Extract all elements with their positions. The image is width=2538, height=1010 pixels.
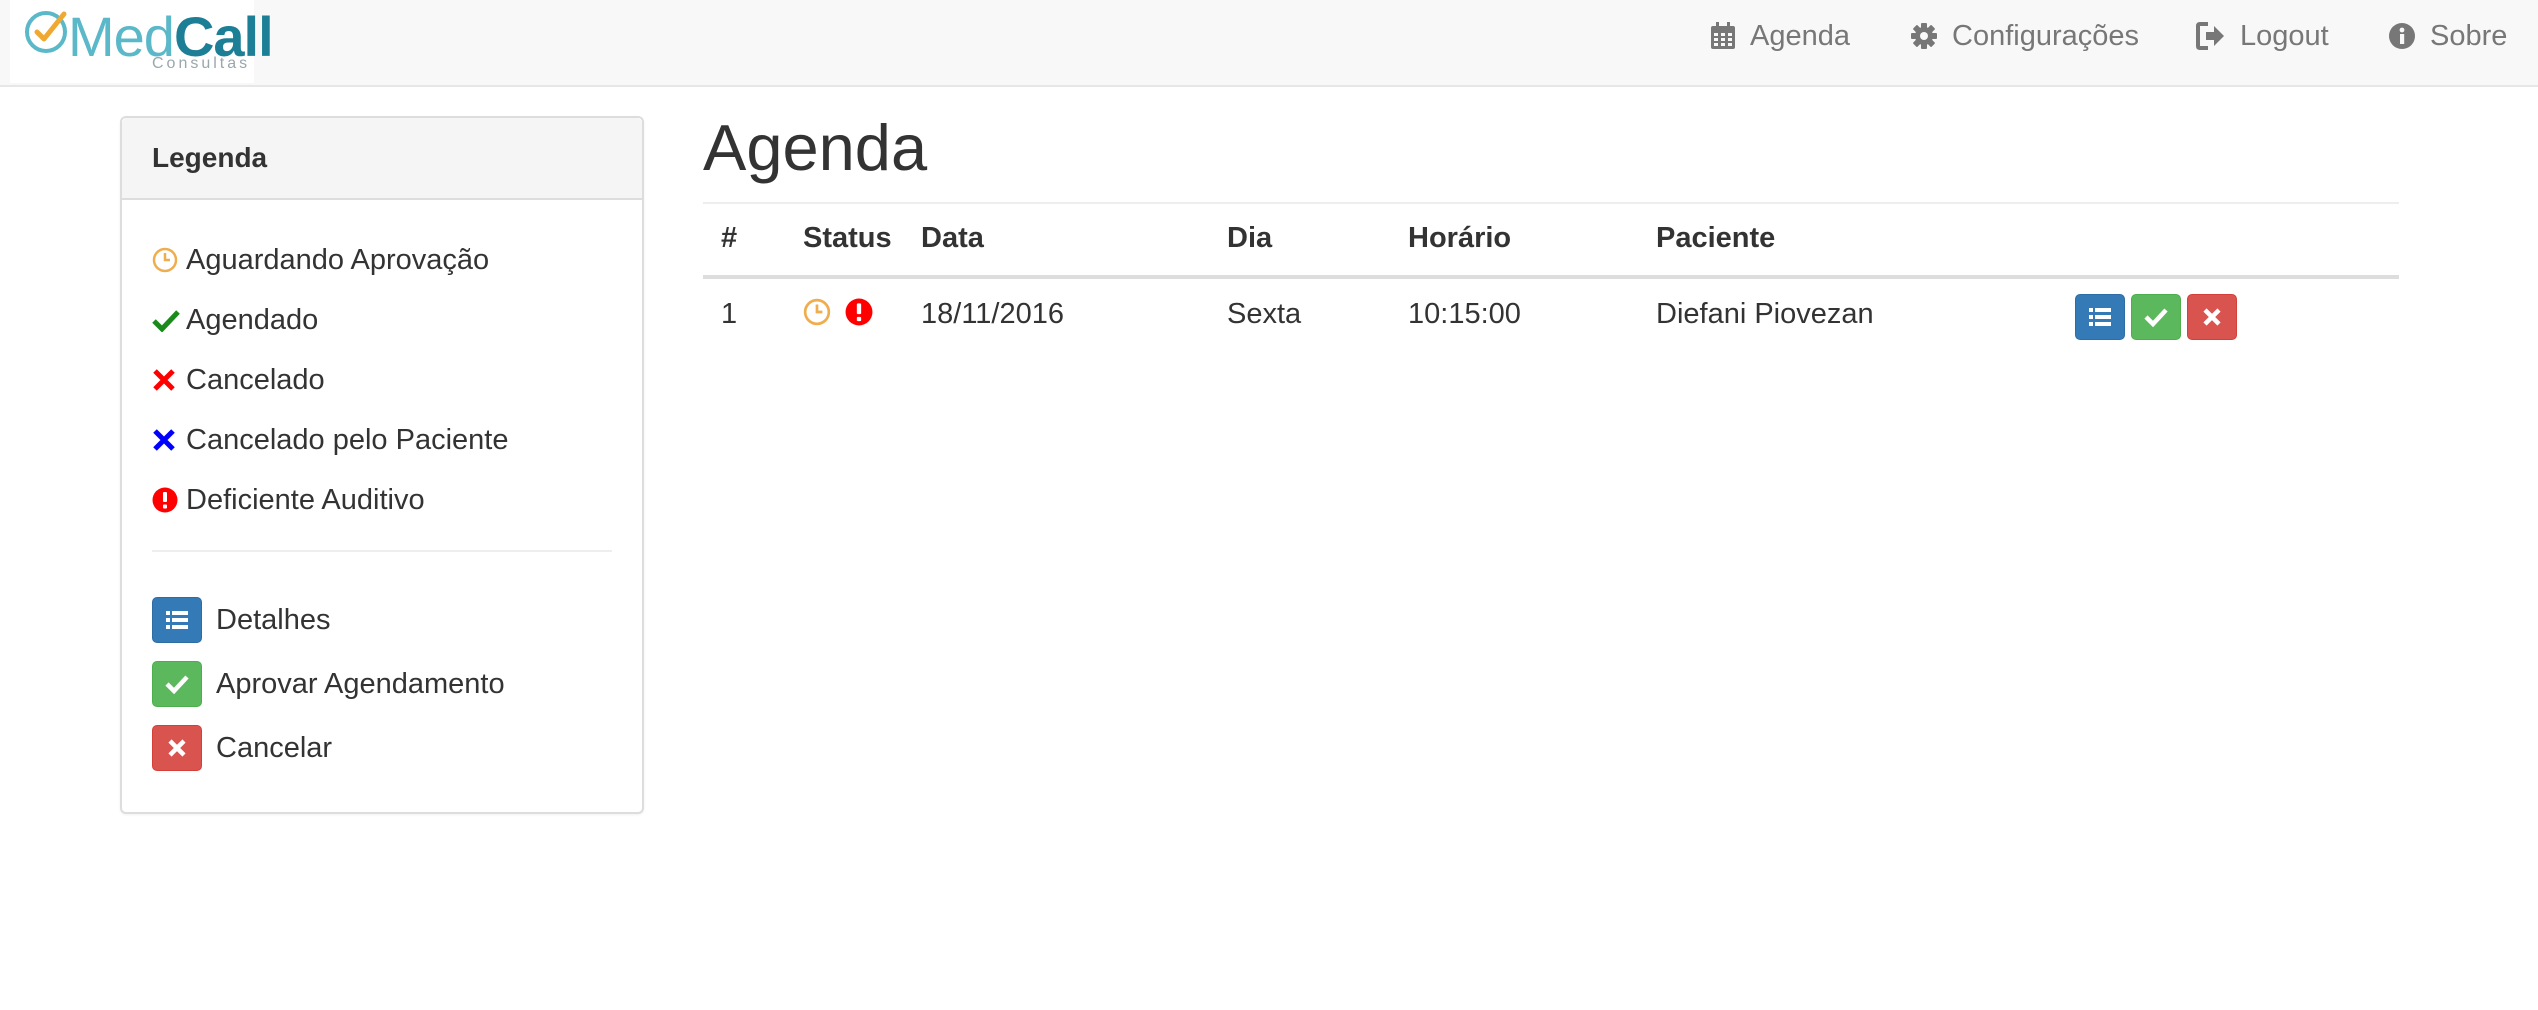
cell-paciente: Diefani Piovezan <box>1656 298 1874 330</box>
cell-horario: 10:15:00 <box>1408 298 1521 330</box>
medcall-logo-icon <box>25 11 67 53</box>
legend-item-label: Deficiente Auditivo <box>186 483 425 516</box>
clock-icon <box>152 247 178 273</box>
legend-item-cancelado: Cancelado <box>152 350 508 410</box>
cancel-button-sample <box>152 725 202 771</box>
page-title: Agenda <box>703 111 928 184</box>
legend-action-label: Detalhes <box>216 603 331 636</box>
nav-agenda-label: Agenda <box>1750 19 1850 52</box>
column-header-paciente: Paciente <box>1656 222 1776 254</box>
nav-configuracoes[interactable]: Configurações <box>1910 16 2139 56</box>
legend-action-list: Detalhes Aprovar Agendamento Cancelar <box>152 588 505 780</box>
x-icon <box>153 369 175 391</box>
legend-item-deficiente-auditivo: Deficiente Auditivo <box>152 470 508 530</box>
details-button-sample <box>152 597 202 643</box>
legend-item-cancelado-paciente: Cancelado pelo Paciente <box>152 410 508 470</box>
approve-button-sample <box>152 661 202 707</box>
cell-number: 1 <box>721 298 738 330</box>
cell-data: 18/11/2016 <box>921 298 1064 330</box>
details-button[interactable] <box>2075 294 2125 340</box>
table-header-divider <box>703 275 2399 279</box>
exclamation-circle-icon <box>845 298 873 326</box>
check-icon <box>2144 308 2168 327</box>
legend-action-cancelar: Cancelar <box>152 716 505 780</box>
list-icon <box>166 611 188 629</box>
nav-configuracoes-label: Configurações <box>1952 19 2139 52</box>
exclamation-circle-icon <box>152 487 178 513</box>
title-divider <box>703 202 2399 204</box>
info-icon <box>2389 23 2415 49</box>
legend-item-label: Cancelado <box>186 363 325 396</box>
nav-logout[interactable]: Logout <box>2196 16 2329 56</box>
navbar: MedCall Consultas Agenda Configurações L… <box>0 0 2538 87</box>
column-header-dia: Dia <box>1227 222 1273 254</box>
clock-icon <box>803 298 831 326</box>
check-icon <box>152 310 180 332</box>
nav-sobre[interactable]: Sobre <box>2388 16 2507 56</box>
legend-title: Legenda <box>122 118 642 200</box>
brand-subtitle: Consultas <box>152 55 251 72</box>
cancel-button[interactable] <box>2187 294 2237 340</box>
column-header-number: # <box>721 222 738 254</box>
cell-dia: Sexta <box>1227 298 1302 330</box>
check-icon <box>165 675 189 694</box>
column-header-horario: Horário <box>1408 222 1512 254</box>
x-icon <box>153 429 175 451</box>
legend-divider <box>152 550 612 552</box>
legend-status-list: Aguardando Aprovação Agendado Cancelado <box>152 230 508 530</box>
gear-icon <box>1911 23 1937 49</box>
column-header-data: Data <box>921 222 984 254</box>
column-header-status: Status <box>803 222 892 254</box>
legend-action-detalhes: Detalhes <box>152 588 505 652</box>
x-icon <box>168 739 186 757</box>
legend-item-label: Aguardando Aprovação <box>186 243 490 276</box>
nav-agenda[interactable]: Agenda <box>1710 16 1850 56</box>
legend-action-label: Cancelar <box>216 731 333 764</box>
nav-logout-label: Logout <box>2240 19 2329 52</box>
legend-panel: Legenda Aguardando Aprovação Agendado Ca… <box>120 116 644 814</box>
approve-button[interactable] <box>2131 294 2181 340</box>
calendar-icon <box>1711 22 1735 49</box>
list-icon <box>2089 308 2111 326</box>
legend-item-agendado: Agendado <box>152 290 508 350</box>
nav-sobre-label: Sobre <box>2430 19 2508 52</box>
brand-logo[interactable]: MedCall Consultas <box>10 0 274 83</box>
logout-icon <box>2196 22 2224 50</box>
x-icon <box>2203 308 2221 326</box>
cell-status <box>803 298 873 326</box>
legend-item-label: Cancelado pelo Paciente <box>186 423 509 456</box>
legend-action-aprovar: Aprovar Agendamento <box>152 652 505 716</box>
legend-item-label: Agendado <box>186 303 319 336</box>
legend-action-label: Aprovar Agendamento <box>216 667 505 700</box>
cell-actions <box>2075 294 2237 340</box>
legend-item-aguardando: Aguardando Aprovação <box>152 230 508 290</box>
